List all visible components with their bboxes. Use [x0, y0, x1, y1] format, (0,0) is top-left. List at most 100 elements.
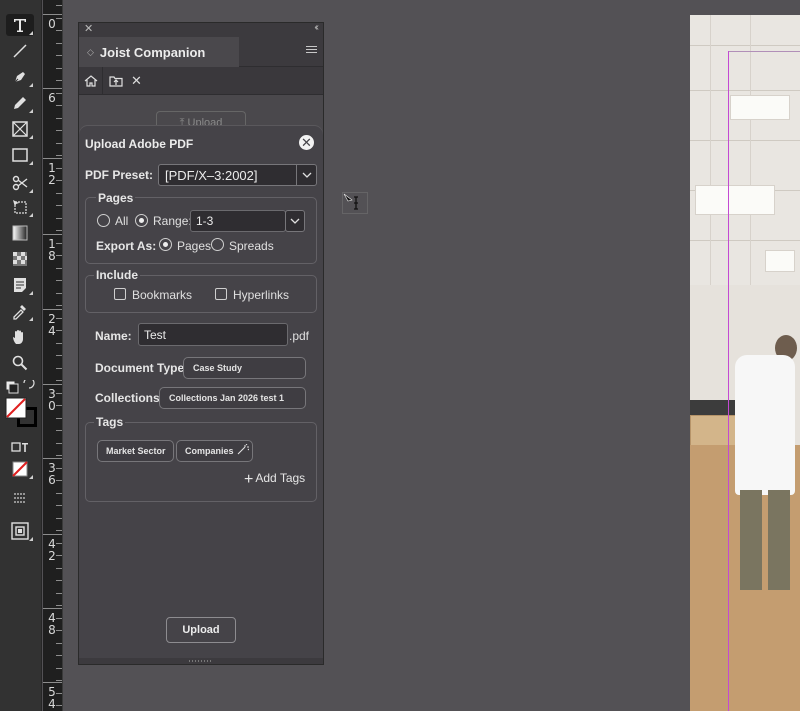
- fill-stroke-icon[interactable]: [2, 380, 40, 432]
- zoom-tool-icon[interactable]: [6, 352, 34, 374]
- tag-market-sector[interactable]: Market Sector: [97, 440, 174, 462]
- ruler-major-tick: [43, 384, 62, 385]
- range-value: 1-3: [196, 214, 214, 228]
- ruler-tick: [56, 530, 62, 531]
- ruler-tick: [56, 118, 62, 119]
- scissors-tool-icon[interactable]: [6, 172, 34, 194]
- ruler-tick: [56, 443, 62, 444]
- ruler-tick: [56, 343, 62, 344]
- ruler-label: 4 8: [48, 611, 56, 637]
- upload-button[interactable]: Upload: [166, 617, 236, 643]
- chevron-down-icon[interactable]: [286, 211, 304, 231]
- note-tool-icon[interactable]: [6, 274, 34, 296]
- ruler-tick: [56, 568, 62, 569]
- ruler-label: 3 6: [48, 461, 56, 487]
- close-icon[interactable]: ✕: [299, 135, 314, 150]
- ruler-tick: [56, 30, 62, 31]
- plus-icon: +: [244, 471, 254, 488]
- ruler-tick: [56, 68, 62, 69]
- export-pages-radio[interactable]: [159, 238, 172, 251]
- name-value: Test: [144, 328, 167, 342]
- tag-companies[interactable]: Companies: [176, 440, 253, 462]
- apply-none-icon[interactable]: [6, 458, 34, 480]
- include-group-label: Include: [94, 268, 141, 282]
- hyperlinks-checkbox[interactable]: [215, 288, 227, 300]
- hand-tool-icon[interactable]: [6, 326, 34, 348]
- pdf-preset-label: PDF Preset:: [85, 168, 154, 182]
- ruler-label: 5 4: [48, 685, 56, 711]
- all-label: All: [115, 214, 129, 228]
- ruler-tick: [56, 355, 62, 356]
- home-icon[interactable]: [79, 67, 103, 95]
- ruler-tick: [56, 518, 62, 519]
- pdf-preset-value: [PDF/X–3:2002]: [165, 168, 258, 183]
- add-tags-label: Add Tags: [255, 471, 306, 485]
- export-spreads-radio[interactable]: [211, 238, 224, 251]
- document-type-select[interactable]: Case Study: [183, 357, 306, 379]
- ruler-tick: [56, 268, 62, 269]
- ruler-tick: [56, 505, 62, 506]
- pages-group-label: Pages: [96, 191, 136, 205]
- ruler-label: 1 2: [48, 161, 56, 187]
- range-dropdown[interactable]: [285, 210, 305, 232]
- ruler-label: 1 8: [48, 237, 56, 263]
- text-cursor-icon: [342, 192, 368, 214]
- ruler-tick: [56, 605, 62, 606]
- chevron-down-icon[interactable]: [296, 165, 316, 185]
- pen-tool-icon[interactable]: [6, 66, 34, 88]
- ruler-tick: [56, 643, 62, 644]
- line-tool-icon[interactable]: [6, 40, 34, 62]
- pdf-preset-select[interactable]: [PDF/X–3:2002]: [158, 164, 317, 186]
- ruler-tick: [56, 680, 62, 681]
- formatting-icon[interactable]: [6, 436, 34, 458]
- all-radio[interactable]: [97, 214, 110, 227]
- ruler-tick: [56, 455, 62, 456]
- free-transform-tool-icon[interactable]: [6, 196, 34, 218]
- ruler-tick: [56, 105, 62, 106]
- eyedropper-tool-icon[interactable]: [6, 300, 34, 322]
- ruler-tick: [56, 418, 62, 419]
- tags-group: [85, 422, 317, 502]
- add-tags-button[interactable]: + Add Tags: [244, 471, 305, 489]
- ruler-major-tick: [43, 234, 62, 235]
- export-spreads-label: Spreads: [229, 239, 274, 253]
- collapse-panel-icon[interactable]: ‹‹: [314, 22, 318, 33]
- tags-group-label: Tags: [94, 415, 126, 429]
- bookmarks-checkbox[interactable]: [114, 288, 126, 300]
- ruler-tick: [56, 43, 62, 44]
- gradient-feather-tool-icon[interactable]: [6, 248, 34, 270]
- ruler-tick: [56, 130, 62, 131]
- name-extension: .pdf: [289, 329, 310, 343]
- upload-folder-icon[interactable]: [103, 67, 129, 95]
- vertical-ruler[interactable]: 0 6 1 2 1 8 2 4 3 0 3 6 4 2 4 8 5 4: [43, 0, 63, 711]
- name-input[interactable]: Test: [138, 323, 288, 346]
- range-label: Range:: [153, 214, 192, 228]
- layout-grid-icon[interactable]: [6, 488, 34, 510]
- ruler-tick: [56, 205, 62, 206]
- collections-select[interactable]: Collections Jan 2026 test 1: [159, 387, 306, 409]
- rectangle-frame-tool-icon[interactable]: [6, 118, 34, 140]
- collections-label: Collections:: [95, 391, 164, 405]
- range-radio[interactable]: [135, 214, 148, 227]
- screen-mode-icon[interactable]: [6, 520, 34, 542]
- ruler-major-tick: [43, 534, 62, 535]
- magic-wand-icon: [237, 443, 250, 455]
- menu-icon[interactable]: [306, 46, 317, 55]
- ruler-major-tick: [43, 158, 62, 159]
- gradient-swatch-tool-icon[interactable]: [6, 222, 34, 244]
- ruler-label: 6: [48, 91, 56, 105]
- pencil-tool-icon[interactable]: [6, 92, 34, 114]
- ruler-label: 2 4: [48, 312, 56, 338]
- ruler-tick: [56, 218, 62, 219]
- resize-grip[interactable]: [79, 658, 323, 664]
- panel-tab[interactable]: ◇ Joist Companion: [79, 37, 239, 67]
- panel-title: Joist Companion: [99, 44, 206, 60]
- ruler-tick: [56, 193, 62, 194]
- panel-close-icon[interactable]: ✕: [84, 22, 93, 35]
- type-tool-icon[interactable]: [6, 14, 34, 36]
- ruler-tick: [56, 593, 62, 594]
- ruler-tick: [56, 5, 62, 6]
- rectangle-tool-icon[interactable]: [6, 144, 34, 166]
- close-tab-icon[interactable]: ✕: [131, 73, 142, 89]
- range-input[interactable]: 1-3: [190, 210, 286, 232]
